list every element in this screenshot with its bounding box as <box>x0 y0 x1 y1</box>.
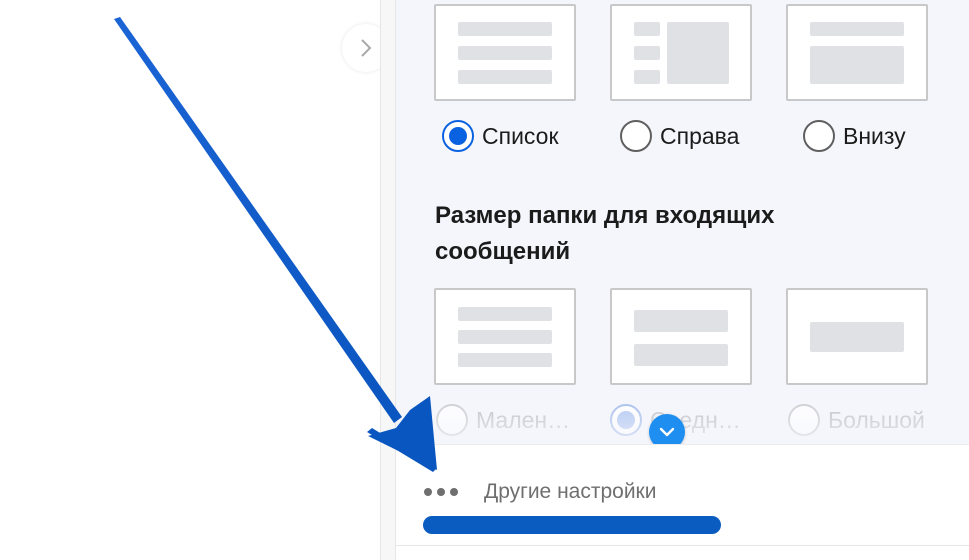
radio-button[interactable] <box>620 120 652 152</box>
panel-divider <box>380 0 396 560</box>
size-small-thumbnail[interactable] <box>434 288 576 385</box>
radio-button[interactable] <box>436 404 468 436</box>
folder-size-title: Размер папки для входящих сообщений <box>435 202 775 265</box>
layout-option-bottom[interactable]: Внизу <box>803 120 906 152</box>
layout-option-right[interactable]: Справа <box>620 120 739 152</box>
settings-panel: Список Справа Внизу Размер папки для вхо… <box>396 0 969 444</box>
size-large-thumbnail[interactable] <box>786 288 928 385</box>
option-label: Справа <box>660 122 740 149</box>
size-option-large[interactable]: Большой <box>788 404 925 436</box>
other-settings-link[interactable]: Другие настройки <box>424 480 656 504</box>
layout-list-thumbnail[interactable] <box>434 4 576 101</box>
size-medium-thumbnail[interactable] <box>610 288 752 385</box>
radio-button[interactable] <box>442 120 474 152</box>
size-option-small[interactable]: Мален… <box>436 404 570 436</box>
option-label: Мален… <box>476 406 571 433</box>
radio-button[interactable] <box>803 120 835 152</box>
chevron-down-icon <box>659 427 675 437</box>
layout-bottom-thumbnail[interactable] <box>786 4 928 101</box>
arrow-shaft <box>114 17 402 423</box>
option-label: Большой <box>828 406 925 433</box>
layout-option-list[interactable]: Список <box>442 120 559 152</box>
option-label: Список <box>482 122 559 149</box>
more-dots-icon <box>424 488 464 496</box>
annotation-underline <box>423 516 721 534</box>
layout-right-thumbnail[interactable] <box>610 4 752 101</box>
screen: Список Справа Внизу Размер папки для вхо… <box>0 0 969 560</box>
other-settings-label: Другие настройки <box>484 480 657 503</box>
radio-button[interactable] <box>610 404 642 436</box>
option-label: Внизу <box>843 122 906 149</box>
divider <box>396 545 969 546</box>
chevron-right-icon <box>361 39 372 57</box>
radio-button[interactable] <box>788 404 820 436</box>
